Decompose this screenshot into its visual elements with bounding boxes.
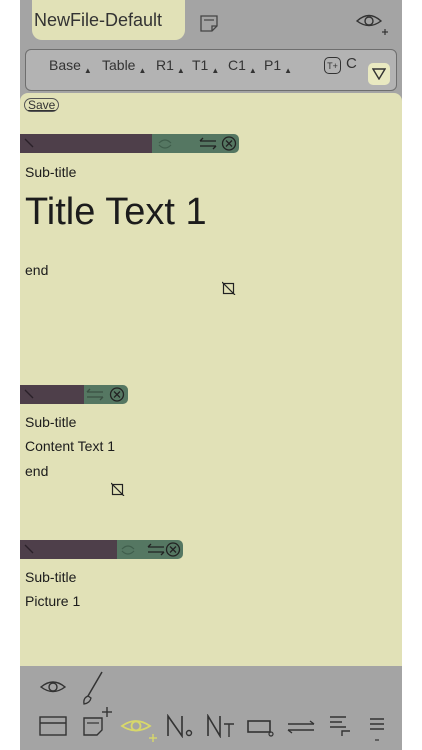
block-toolbar[interactable] <box>20 540 183 559</box>
slash-icon <box>24 389 34 399</box>
tab-r1[interactable]: R1 ▲ <box>156 57 185 75</box>
drag-handle[interactable] <box>20 540 117 559</box>
slash-icon <box>24 544 34 554</box>
block-toolbar[interactable] <box>20 134 239 153</box>
block-title[interactable]: Title Text 1 <box>25 191 207 234</box>
tab-table[interactable]: Table ▲ <box>102 57 146 75</box>
block-subtitle: Sub-title <box>25 414 77 430</box>
note-add-icon[interactable] <box>82 706 112 738</box>
note-icon[interactable] <box>200 14 218 32</box>
triangle-down-icon <box>372 68 386 80</box>
refresh-icon[interactable] <box>156 135 174 152</box>
number-icon[interactable] <box>166 714 194 738</box>
app-window: NewFile-Default Base ▲ Table ▲ R1 ▲ T1 ▲ C1 ▲… <box>20 0 402 750</box>
arrows-icon[interactable] <box>286 718 316 736</box>
tab-t1[interactable]: T1 ▲ <box>192 57 219 75</box>
filename-field[interactable]: NewFile-Default <box>32 0 185 40</box>
rect-icon[interactable] <box>246 718 274 738</box>
align-icon[interactable] <box>328 714 352 738</box>
swap-arrows-icon[interactable] <box>85 386 105 403</box>
eye-plus-icon[interactable] <box>354 10 390 36</box>
brush-icon[interactable] <box>80 670 106 706</box>
block-end: end <box>25 463 49 479</box>
drag-handle[interactable] <box>20 134 152 153</box>
block-subtitle: Sub-title <box>25 164 77 180</box>
eye-icon[interactable] <box>39 676 67 698</box>
tab-c-partial[interactable]: C <box>346 55 357 72</box>
bottom-toolbar <box>20 666 402 750</box>
resize-icon[interactable] <box>111 482 125 496</box>
swap-arrows-icon[interactable] <box>146 541 166 558</box>
close-circle-icon[interactable] <box>109 386 125 403</box>
number-t-icon[interactable] <box>206 714 236 738</box>
slash-icon <box>24 138 34 148</box>
close-circle-icon[interactable] <box>165 541 181 558</box>
refresh-icon[interactable] <box>119 541 137 558</box>
block-content[interactable]: Picture 1 <box>25 593 80 609</box>
eye-plus-icon[interactable] <box>120 714 158 744</box>
block-actions <box>152 134 239 153</box>
tab-bar: Base ▲ Table ▲ R1 ▲ T1 ▲ C1 ▲ P1 ▲ T+ C <box>25 49 397 91</box>
block-actions <box>84 385 128 404</box>
dropdown-button[interactable] <box>368 63 390 85</box>
add-table-button[interactable]: T+ <box>324 57 341 74</box>
tab-base[interactable]: Base ▲ <box>49 57 92 75</box>
tab-p1[interactable]: P1 ▲ <box>264 57 292 75</box>
filename-text: NewFile-Default <box>34 9 163 30</box>
block-content[interactable]: Content Text 1 <box>25 438 115 454</box>
block-subtitle: Sub-title <box>25 569 77 585</box>
block-actions <box>117 540 183 559</box>
swap-arrows-icon[interactable] <box>198 135 218 152</box>
content-panel: Save Sub-title Title Text 1 end Sub-titl… <box>20 93 402 666</box>
drag-handle[interactable] <box>20 385 84 404</box>
save-button[interactable]: Save <box>24 98 60 112</box>
resize-icon[interactable] <box>222 281 236 295</box>
close-circle-icon[interactable] <box>221 135 237 152</box>
tab-c1[interactable]: C1 ▲ <box>228 57 257 75</box>
block-toolbar[interactable] <box>20 385 128 404</box>
card-icon[interactable] <box>39 716 67 736</box>
menu-icon[interactable] <box>368 716 388 744</box>
block-end: end <box>25 262 49 278</box>
